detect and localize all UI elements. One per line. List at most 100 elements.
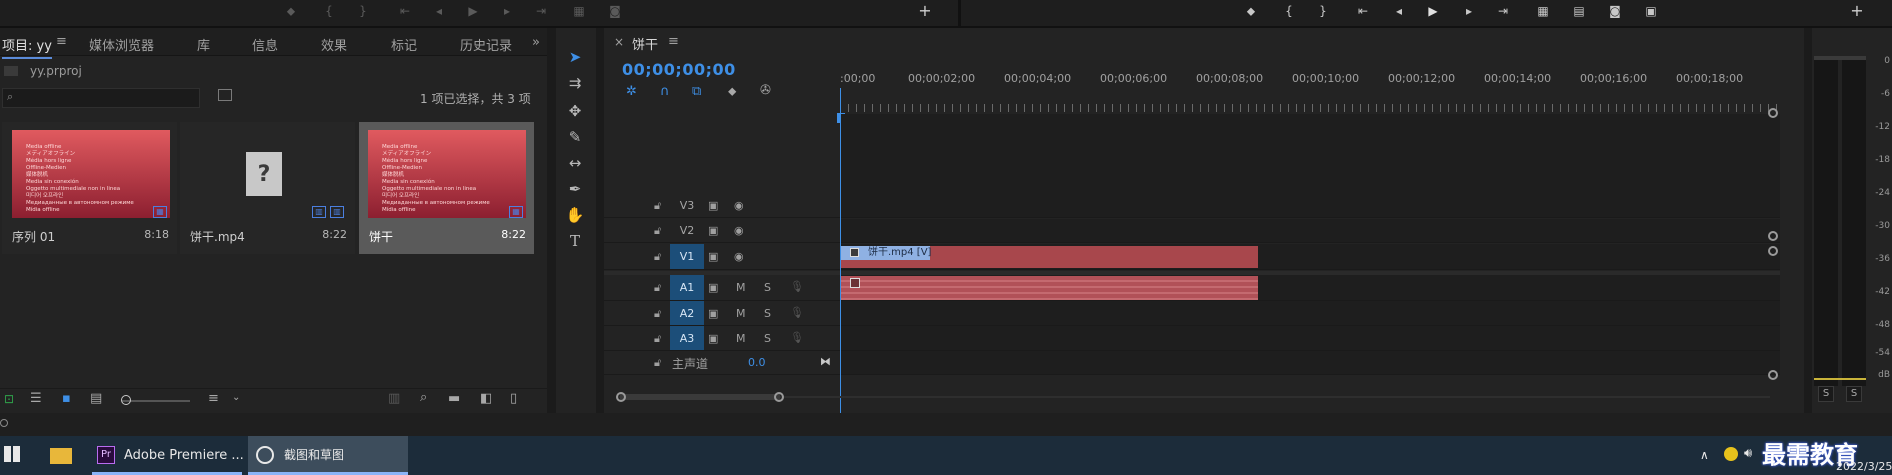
search-input[interactable]: ⌕	[2, 88, 200, 108]
video-scroll-handle-top[interactable]	[1768, 108, 1778, 118]
file-explorer-icon[interactable]	[50, 448, 72, 464]
mute-button[interactable]: M	[736, 307, 746, 320]
camera-icon[interactable]: ◙	[608, 4, 622, 18]
automate-icon[interactable]: ▥	[388, 391, 400, 406]
project-item-sequence-selected[interactable]: Media offline メディアオフライン Média hors ligne…	[359, 122, 534, 254]
marker-icon[interactable]: ⬥	[1244, 4, 1258, 18]
track-a3[interactable]: 🔓︎ A3 ▣ M S 🎙︎	[604, 326, 1780, 351]
taskbar-snip-sketch[interactable]: 截图和草图	[248, 436, 408, 475]
add-button-icon[interactable]: +	[918, 3, 932, 19]
mark-in-icon[interactable]: {	[1282, 4, 1296, 18]
microphone-icon[interactable]: 🎙︎	[790, 280, 804, 293]
solo-button[interactable]: S	[764, 307, 771, 320]
timecode-display[interactable]: 00;00;00;00	[622, 60, 736, 79]
hand-tool-icon[interactable]: ✋	[564, 204, 586, 226]
lock-icon[interactable]: 🔓︎	[654, 281, 661, 295]
tab-media-browser[interactable]: 媒体浏览器	[89, 35, 154, 54]
go-to-in-icon[interactable]: ⇤	[398, 4, 412, 18]
lock-icon[interactable]: ⊡	[4, 392, 14, 406]
video-clip[interactable]: 饼干.mp4 [V]	[840, 246, 1258, 268]
windows-start-icon[interactable]	[4, 446, 20, 462]
track-label[interactable]: V1	[670, 244, 704, 269]
sync-lock-icon[interactable]: ▣	[708, 224, 718, 237]
wrench-icon[interactable]: ✇	[760, 83, 771, 98]
add-marker-icon[interactable]: ⬥	[728, 84, 736, 99]
track-select-tool-icon[interactable]: ⇉	[564, 72, 586, 94]
solo-left-button[interactable]: S	[1818, 386, 1834, 402]
mute-button[interactable]: M	[736, 332, 746, 345]
tab-history[interactable]: 历史记录	[460, 35, 512, 54]
scroll-handle-left[interactable]	[616, 392, 626, 402]
snap-icon[interactable]: ∩	[660, 84, 670, 99]
sort-icon[interactable]: ≡	[208, 391, 219, 406]
zoom-slider-handle[interactable]	[121, 395, 131, 405]
step-forward-icon[interactable]: ▸	[500, 4, 514, 18]
go-to-end-icon[interactable]: ⧓	[820, 355, 831, 368]
new-bin-icon[interactable]: ▬	[448, 391, 460, 406]
more-tabs-icon[interactable]: »	[532, 35, 540, 50]
scroll-handle-right[interactable]	[774, 392, 784, 402]
track-v2[interactable]: 🔓︎ V2 ▣ ◉	[604, 219, 1780, 243]
mark-out-icon[interactable]: }	[1316, 4, 1330, 18]
sync-lock-icon[interactable]: ▣	[708, 199, 718, 212]
go-to-out-icon[interactable]: ⇥	[1496, 4, 1510, 18]
mute-button[interactable]: M	[736, 281, 746, 294]
eye-icon[interactable]: ◉	[734, 224, 744, 237]
go-to-in-icon[interactable]: ⇤	[1356, 4, 1370, 18]
tab-project[interactable]: 项目: yy	[2, 35, 52, 59]
master-volume[interactable]: 0.0	[748, 356, 766, 369]
linked-selection-icon[interactable]: ⧉	[692, 84, 701, 99]
tab-libraries[interactable]: 库	[197, 35, 210, 54]
taskbar-premiere[interactable]: Pr Adobe Premiere ...	[92, 436, 244, 475]
lock-icon[interactable]: 🔓︎	[654, 356, 661, 370]
lock-icon[interactable]: 🔓︎	[654, 199, 661, 213]
step-forward-icon[interactable]: ▸	[1462, 4, 1476, 18]
extract-icon[interactable]: ▤	[1572, 4, 1586, 18]
solo-right-button[interactable]: S	[1846, 386, 1862, 402]
chevron-up-icon[interactable]: ∧	[1700, 448, 1709, 462]
sync-lock-icon[interactable]: ▣	[708, 307, 718, 320]
add-button-icon[interactable]: +	[1850, 3, 1864, 19]
lift-icon[interactable]: ▦	[1536, 4, 1550, 18]
solo-button[interactable]: S	[764, 281, 771, 294]
panel-menu-icon[interactable]: ≡	[668, 34, 679, 49]
freeform-view-icon[interactable]: ▤	[90, 391, 102, 406]
track-v1[interactable]: 🔓︎ V1 ▣ ◉ 饼干.mp4 [V]	[604, 244, 1780, 270]
track-a2[interactable]: 🔓︎ A2 ▣ M S 🎙︎	[604, 301, 1780, 326]
video-scroll-handle-bottom[interactable]	[1768, 231, 1778, 241]
timeline-scrollbar[interactable]	[616, 392, 1770, 402]
marker-icon[interactable]: ⬥	[284, 4, 298, 18]
audio-scroll-handle-bottom[interactable]	[1768, 370, 1778, 380]
slip-tool-icon[interactable]: ↔	[564, 152, 586, 174]
find-icon[interactable]: ⌕	[420, 390, 427, 405]
list-view-icon[interactable]: ☰	[30, 391, 42, 406]
microphone-icon[interactable]: 🎙︎	[790, 306, 804, 319]
panel-menu-icon[interactable]: ≡	[56, 34, 67, 49]
camera-icon[interactable]: ◙	[1608, 4, 1622, 18]
audio-scroll-handle-top[interactable]	[1768, 246, 1778, 256]
tab-markers[interactable]: 标记	[391, 35, 417, 54]
project-item-sequence[interactable]: Media offline メディアオフライン Média hors ligne…	[2, 122, 177, 254]
go-to-out-icon[interactable]: ⇥	[534, 4, 548, 18]
selection-tool-icon[interactable]: ➤	[564, 46, 586, 68]
razor-tool-icon[interactable]: ✎	[564, 126, 586, 148]
playhead-line[interactable]	[840, 88, 841, 413]
track-label[interactable]: A1	[670, 275, 704, 300]
lock-icon[interactable]: 🔓︎	[654, 307, 661, 321]
tab-info[interactable]: 信息	[252, 35, 278, 54]
new-item-icon[interactable]: ◧	[480, 391, 492, 406]
eye-icon[interactable]: ◉	[734, 250, 744, 263]
sync-lock-icon[interactable]: ▣	[708, 281, 718, 294]
solo-button[interactable]: S	[764, 332, 771, 345]
nest-icon[interactable]: ✲	[626, 84, 637, 99]
close-icon[interactable]: ×	[614, 35, 624, 49]
icon-view-icon[interactable]: ▪	[62, 391, 71, 406]
microphone-icon[interactable]: 🎙︎	[790, 331, 804, 344]
track-label[interactable]: V2	[670, 219, 704, 242]
comparison-icon[interactable]: ▣	[1644, 4, 1658, 18]
sync-lock-icon[interactable]: ▣	[708, 250, 718, 263]
lock-icon[interactable]: 🔓︎	[654, 224, 661, 238]
tab-effects[interactable]: 效果	[321, 35, 347, 54]
new-bin-icon[interactable]	[218, 89, 232, 101]
type-tool-icon[interactable]: T	[564, 230, 586, 252]
